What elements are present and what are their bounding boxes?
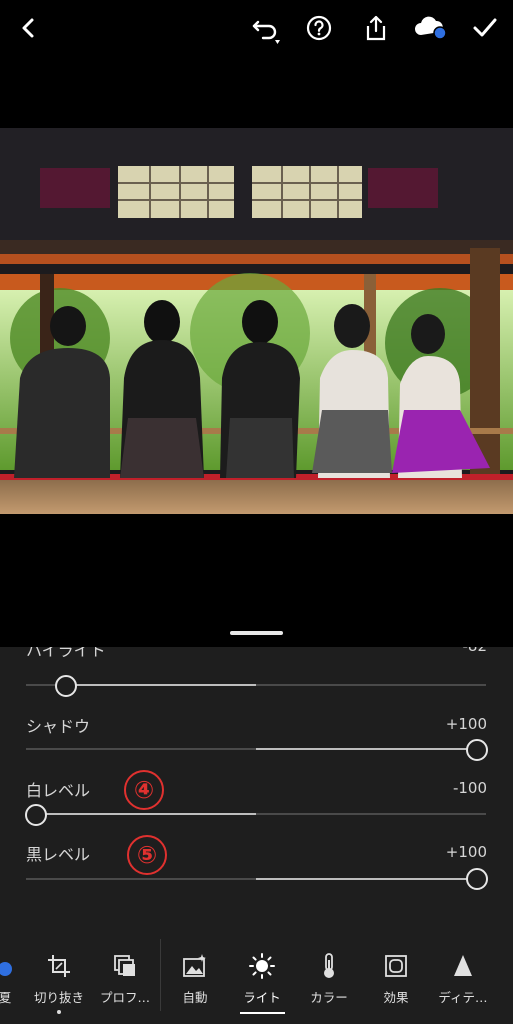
tool-color[interactable]: カラー xyxy=(294,951,364,1006)
undo-button[interactable] xyxy=(250,12,282,44)
edit-tools-bar: 夏 切り抜き プロフ… 自動 ライト カラー 効果 ディテ… xyxy=(0,939,513,1024)
detail-icon xyxy=(454,955,472,976)
effects-icon xyxy=(385,955,407,977)
checkmark-icon xyxy=(473,18,497,37)
tool-color-label: カラー xyxy=(310,990,348,1005)
tool-detail-label: ディテ… xyxy=(438,990,488,1005)
tool-light[interactable]: ライト xyxy=(227,951,297,1006)
shadows-label: シャドウ xyxy=(26,717,91,736)
annotation-marker-4: ④ xyxy=(124,770,164,810)
highlights-value: -82 xyxy=(463,647,488,655)
light-adjustment-panel: ハイライト -82 シャドウ +100 白レベル -100 ④ 黒レベル +10… xyxy=(0,647,513,939)
shadows-knob[interactable] xyxy=(466,739,488,761)
share-button[interactable] xyxy=(360,12,392,44)
edit-icon xyxy=(0,962,12,976)
share-icon xyxy=(366,15,386,41)
auto-icon xyxy=(183,954,206,977)
tool-light-label: ライト xyxy=(243,990,281,1005)
chevron-left-icon xyxy=(22,18,34,38)
profile-icon xyxy=(114,955,135,976)
crop-icon xyxy=(48,955,70,977)
shadows-value: +100 xyxy=(445,715,487,733)
help-icon xyxy=(306,15,332,41)
back-button[interactable] xyxy=(12,12,44,44)
annotation-marker-5: ⑤ xyxy=(127,835,167,875)
tool-profile-label: プロフ… xyxy=(99,990,150,1005)
crop-indicator-dot xyxy=(57,1010,61,1014)
top-toolbar xyxy=(0,0,513,56)
whites-knob[interactable] xyxy=(25,804,47,826)
color-icon xyxy=(324,953,334,978)
tool-detail[interactable]: ディテ… xyxy=(428,951,498,1006)
blacks-knob[interactable] xyxy=(466,868,488,890)
cloud-sync-icon xyxy=(415,16,447,40)
highlights-fill xyxy=(66,684,256,686)
whites-value: -100 xyxy=(452,779,487,797)
cloud-sync-button[interactable] xyxy=(413,12,449,44)
blacks-label: 黒レベル xyxy=(26,845,91,864)
whites-label: 白レベル xyxy=(26,781,91,800)
tool-effects[interactable]: 効果 xyxy=(361,951,431,1006)
panel-drag-handle[interactable] xyxy=(230,631,283,635)
tool-profile[interactable]: プロフ… xyxy=(90,951,160,1006)
active-tool-indicator xyxy=(240,1012,285,1014)
tool-auto-label: 自動 xyxy=(182,990,208,1005)
done-button[interactable] xyxy=(469,12,501,44)
tool-crop-label: 切り抜き xyxy=(33,990,84,1005)
undo-icon xyxy=(252,20,280,44)
photo-image xyxy=(0,128,513,514)
blacks-value: +100 xyxy=(445,843,487,861)
light-icon xyxy=(249,953,275,979)
photo-preview[interactable] xyxy=(0,128,513,514)
blacks-fill xyxy=(256,878,476,880)
shadows-fill xyxy=(256,748,476,750)
tool-auto[interactable]: 自動 xyxy=(160,951,230,1006)
highlights-knob[interactable] xyxy=(55,675,77,697)
tool-effects-label: 効果 xyxy=(383,990,409,1005)
help-button[interactable] xyxy=(303,12,335,44)
whites-fill xyxy=(36,813,256,815)
tool-crop[interactable]: 切り抜き xyxy=(24,951,94,1006)
highlights-label: ハイライト xyxy=(26,647,106,660)
